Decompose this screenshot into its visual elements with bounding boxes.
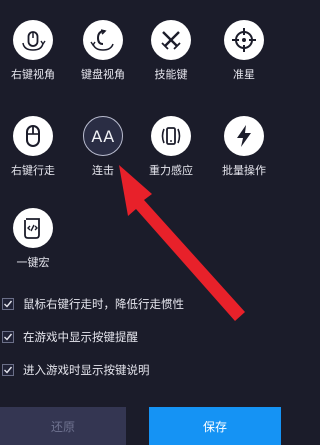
tile-combo[interactable]: AA 连击 [68, 116, 138, 178]
mouse-icon [13, 116, 53, 156]
mouse-right-rotate-icon [13, 20, 53, 60]
tile-label: 准星 [233, 68, 255, 81]
tile-label: 批量操作 [222, 164, 266, 177]
tile-keyboard-view[interactable]: 键盘视角 [68, 20, 138, 82]
crossed-swords-icon [151, 20, 191, 60]
checkmark-icon [4, 333, 13, 341]
option-reduce-inertia[interactable]: 鼠标右键行走时，降低行走惯性 [2, 296, 184, 312]
tile-label: 右键行走 [11, 164, 55, 177]
save-button[interactable]: 保存 [149, 407, 281, 445]
phone-rotate-icon [151, 116, 191, 156]
checkmark-icon [4, 366, 13, 374]
tile-right-mouse-walk[interactable]: 右键行走 [0, 116, 68, 178]
combo-icon-text: AA [91, 126, 115, 146]
checkbox[interactable] [2, 298, 14, 310]
option-label: 在游戏中显示按键提醒 [23, 330, 138, 344]
tile-skill-key[interactable]: 技能键 [136, 20, 206, 82]
lightning-icon [224, 116, 264, 156]
keyboard-rotate-icon [83, 20, 123, 60]
tile-one-key-macro[interactable]: 一键宏 [0, 208, 68, 270]
checkmark-icon [4, 300, 13, 308]
tile-label: 一键宏 [16, 256, 50, 269]
tile-label: 连击 [92, 164, 114, 177]
macro-scroll-icon [13, 208, 53, 248]
checkbox[interactable] [2, 331, 14, 343]
tile-label: 右键视角 [11, 68, 55, 81]
tile-gravity-sensor[interactable]: 重力感应 [136, 116, 206, 178]
option-show-key-reminder[interactable]: 在游戏中显示按键提醒 [2, 329, 138, 345]
option-label: 进入游戏时显示按键说明 [23, 363, 150, 377]
crosshair-icon [224, 20, 264, 60]
tile-label: 技能键 [154, 68, 188, 81]
tile-right-mouse-view[interactable]: 右键视角 [0, 20, 68, 82]
tile-crosshair[interactable]: 准星 [209, 20, 279, 82]
option-show-key-description[interactable]: 进入游戏时显示按键说明 [2, 362, 150, 378]
checkbox[interactable] [2, 364, 14, 376]
aa-combo-icon: AA [83, 116, 123, 156]
option-label: 鼠标右键行走时，降低行走惯性 [23, 297, 184, 311]
tile-batch-operation[interactable]: 批量操作 [209, 116, 279, 178]
restore-button[interactable]: 还原 [0, 407, 126, 445]
tile-label: 键盘视角 [81, 68, 125, 81]
tile-label: 重力感应 [149, 164, 193, 177]
